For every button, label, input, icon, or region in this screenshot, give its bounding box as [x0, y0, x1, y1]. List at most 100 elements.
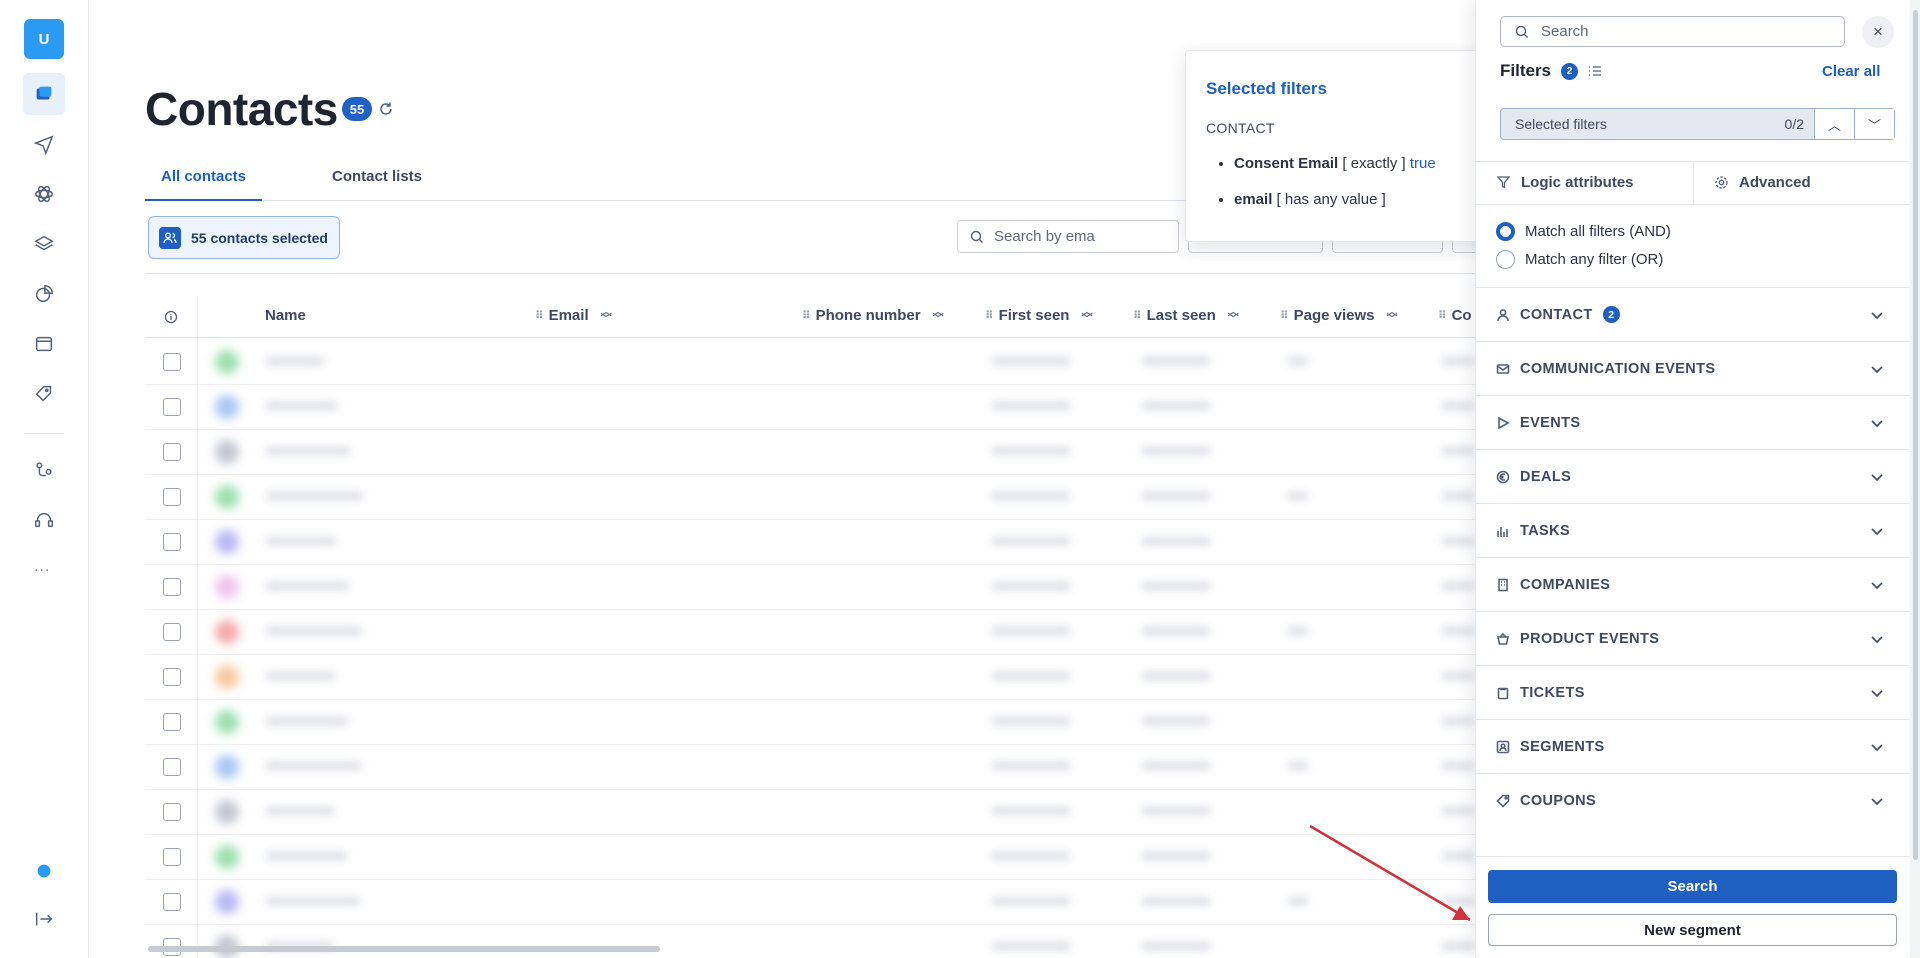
- info-icon[interactable]: [164, 310, 178, 324]
- match-any-radio[interactable]: Match any filter (OR): [1496, 250, 1663, 269]
- list-toggle-icon[interactable]: [1588, 65, 1602, 77]
- chevron-down-icon[interactable]: ﹀: [1854, 109, 1894, 139]
- sort-icon[interactable]: ︿ ﹀: [1081, 306, 1092, 324]
- flow-icon[interactable]: [23, 449, 65, 491]
- filter-category-product-events[interactable]: PRODUCT EVENTS: [1476, 611, 1910, 665]
- sort-icon[interactable]: ︿ ﹀: [1228, 306, 1239, 324]
- filter-category-contact[interactable]: CONTACT 2: [1476, 287, 1910, 341]
- table-row[interactable]: [145, 835, 1475, 880]
- advanced-tab[interactable]: Advanced: [1714, 174, 1811, 191]
- search-button[interactable]: Search: [1488, 870, 1897, 903]
- chevron-down-icon[interactable]: [1870, 470, 1884, 484]
- table-row[interactable]: [145, 700, 1475, 745]
- table-row[interactable]: [145, 610, 1475, 655]
- contacts-selected-chip[interactable]: 55 contacts selected: [148, 216, 340, 259]
- collapse-icon[interactable]: [23, 898, 65, 940]
- filter-category-communication-events[interactable]: COMMUNICATION EVENTS: [1476, 341, 1910, 395]
- row-checkbox[interactable]: [163, 488, 181, 506]
- row-checkbox[interactable]: [163, 443, 181, 461]
- column-header-email[interactable]: ⠿ Email ︿ ﹀: [535, 306, 612, 324]
- column-header-phone[interactable]: ⠿ Phone number ︿ ﹀: [802, 306, 944, 324]
- row-checkbox[interactable]: [163, 398, 181, 416]
- send-icon[interactable]: [23, 123, 65, 165]
- row-checkbox[interactable]: [163, 713, 181, 731]
- filters-search-input[interactable]: Search: [1500, 16, 1845, 47]
- sort-icon[interactable]: ︿ ﹀: [1386, 306, 1397, 324]
- layers-icon[interactable]: [23, 223, 65, 265]
- column-header-name[interactable]: Name: [265, 307, 306, 324]
- support-icon[interactable]: [23, 499, 65, 541]
- filter-category-companies[interactable]: COMPANIES: [1476, 557, 1910, 611]
- drag-handle-icon[interactable]: ⠿: [535, 309, 544, 322]
- chevron-down-icon[interactable]: [1870, 308, 1884, 322]
- row-checkbox[interactable]: [163, 623, 181, 641]
- drag-handle-icon[interactable]: ⠿: [985, 309, 994, 322]
- table-row[interactable]: [145, 925, 1475, 958]
- column-header-last-seen[interactable]: ⠿ Last seen ︿ ﹀: [1133, 306, 1239, 324]
- drag-handle-icon[interactable]: ⠿: [802, 309, 811, 322]
- chevron-down-icon[interactable]: [1870, 632, 1884, 646]
- column-header-first-seen[interactable]: ⠿ First seen ︿ ﹀: [985, 306, 1092, 324]
- row-checkbox[interactable]: [163, 848, 181, 866]
- column-header-co[interactable]: ⠿ Co: [1438, 307, 1472, 324]
- table-row[interactable]: [145, 655, 1475, 700]
- chevron-down-icon[interactable]: [1870, 524, 1884, 538]
- selected-filters-navigator[interactable]: Selected filters 0/2 ︿ ﹀: [1500, 108, 1895, 140]
- table-row[interactable]: [145, 790, 1475, 835]
- filter-category-deals[interactable]: DEALS: [1476, 449, 1910, 503]
- table-row[interactable]: [145, 520, 1475, 565]
- row-checkbox[interactable]: [163, 578, 181, 596]
- filter-category-coupons[interactable]: COUPONS: [1476, 773, 1910, 827]
- more-icon[interactable]: ...: [34, 558, 50, 576]
- help-icon[interactable]: [23, 850, 65, 892]
- match-all-radio[interactable]: Match all filters (AND): [1496, 222, 1671, 241]
- pie-icon[interactable]: [23, 273, 65, 315]
- chevron-down-icon[interactable]: [1870, 794, 1884, 808]
- filter-category-events[interactable]: EVENTS: [1476, 395, 1910, 449]
- chevron-down-icon[interactable]: [1870, 416, 1884, 430]
- drag-handle-icon[interactable]: ⠿: [1133, 309, 1142, 322]
- table-row[interactable]: [145, 880, 1475, 925]
- tab-all-contacts[interactable]: All contacts: [145, 168, 263, 201]
- chevron-down-icon[interactable]: [1870, 740, 1884, 754]
- chevron-down-icon[interactable]: [1870, 578, 1884, 592]
- chevron-up-icon[interactable]: ︿: [1814, 109, 1854, 139]
- sort-icon[interactable]: ︿ ﹀: [933, 306, 944, 324]
- close-icon[interactable]: ×: [1862, 16, 1894, 48]
- scrollbar-thumb[interactable]: [1913, 10, 1918, 860]
- row-checkbox[interactable]: [163, 758, 181, 776]
- chevron-down-icon[interactable]: [1870, 362, 1884, 376]
- browser-icon[interactable]: [23, 323, 65, 365]
- filter-category-tasks[interactable]: TASKS: [1476, 503, 1910, 557]
- clear-all-link[interactable]: Clear all: [1822, 63, 1880, 80]
- table-row[interactable]: [145, 430, 1475, 475]
- new-segment-button[interactable]: New segment: [1488, 914, 1897, 946]
- radio-selected[interactable]: [1496, 222, 1515, 241]
- filter-category-tickets[interactable]: TICKETS: [1476, 665, 1910, 719]
- row-checkbox[interactable]: [163, 893, 181, 911]
- tab-contact-lists[interactable]: Contact lists: [332, 168, 422, 199]
- refresh-icon[interactable]: [378, 101, 394, 117]
- row-checkbox[interactable]: [163, 353, 181, 371]
- user-avatar[interactable]: U: [24, 19, 64, 59]
- table-row[interactable]: [145, 475, 1475, 520]
- tag-heart-icon[interactable]: [23, 373, 65, 415]
- drag-handle-icon[interactable]: ⠿: [1280, 309, 1289, 322]
- column-header-page-views[interactable]: ⠿ Page views ︿ ﹀: [1280, 306, 1397, 324]
- vertical-scrollbar[interactable]: [1910, 0, 1920, 958]
- table-row[interactable]: [145, 385, 1475, 430]
- radio-unselected[interactable]: [1496, 250, 1515, 269]
- inbox-icon[interactable]: [23, 73, 65, 115]
- row-checkbox[interactable]: [163, 668, 181, 686]
- table-row[interactable]: [145, 340, 1475, 385]
- search-by-email-input[interactable]: Search by ema: [957, 220, 1179, 253]
- table-row[interactable]: [145, 565, 1475, 610]
- drag-handle-icon[interactable]: ⠿: [1438, 309, 1447, 322]
- logic-attributes-tab[interactable]: Logic attributes: [1496, 174, 1634, 191]
- atom-icon[interactable]: [23, 173, 65, 215]
- row-checkbox[interactable]: [163, 803, 181, 821]
- horizontal-scrollbar[interactable]: [148, 946, 660, 952]
- table-row[interactable]: [145, 745, 1475, 790]
- chevron-down-icon[interactable]: [1870, 686, 1884, 700]
- row-checkbox[interactable]: [163, 533, 181, 551]
